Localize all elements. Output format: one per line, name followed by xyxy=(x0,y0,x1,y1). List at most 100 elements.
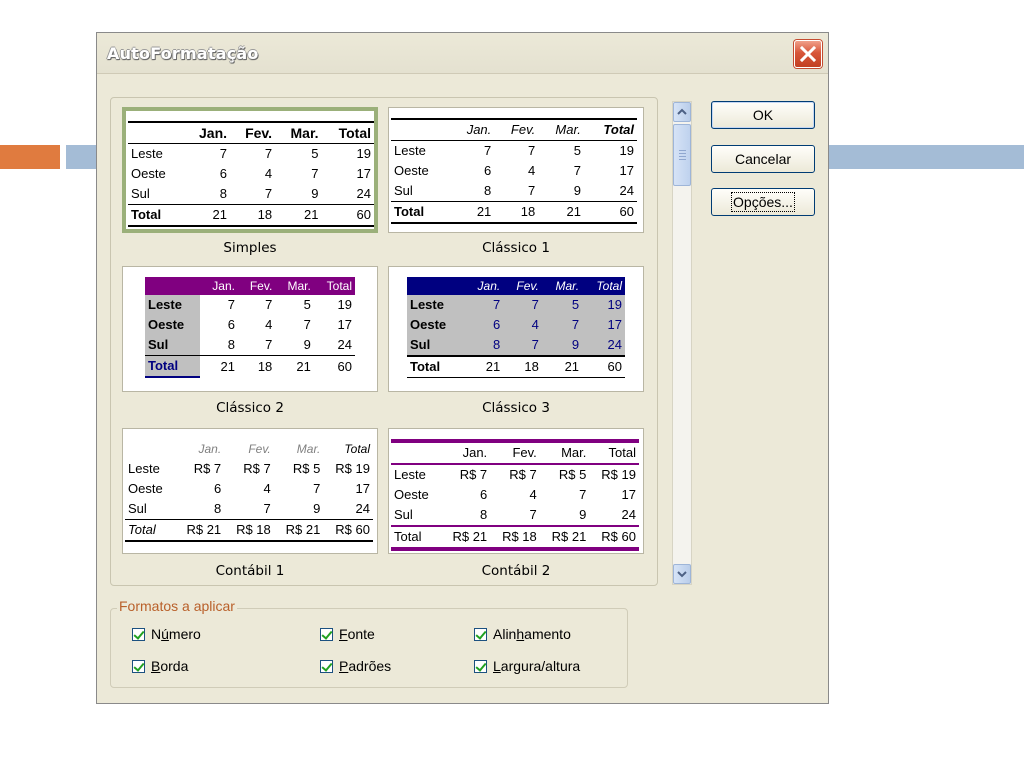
checkbox-checked-icon[interactable] xyxy=(132,659,145,673)
table-cell: R$ 7 xyxy=(193,461,222,476)
table-cell: 8 xyxy=(479,507,488,522)
table-cell: 4 xyxy=(264,166,273,181)
checkbox-checked-icon[interactable] xyxy=(474,659,487,673)
table-cell: R$ 60 xyxy=(323,519,373,542)
format-tile-contabil-1[interactable]: Jan. Fev. Mar. Total Leste R$ 7 R$ 7 R$ 5 R$ 19… xyxy=(122,428,378,554)
checkbox-fonte[interactable]: Fonte xyxy=(320,626,375,642)
column-header: Mar. xyxy=(538,119,584,141)
table-cell: Leste xyxy=(128,461,160,476)
column-header xyxy=(391,441,441,465)
table-cell: Oeste xyxy=(394,487,429,502)
scroll-down-button[interactable] xyxy=(673,564,691,584)
preview-table: Jan. Fev. Mar. Total Leste 7 7 5 19 Oeste 6 4 7 17 … xyxy=(407,277,625,378)
ok-button[interactable]: OK xyxy=(711,101,815,129)
preview-table: Jan. Fev. Mar. Total Leste R$ 7 R$ 7 R$ 5 R$ 19… xyxy=(391,439,639,551)
column-header: Total xyxy=(582,277,625,295)
table-cell: 17 xyxy=(356,166,371,181)
format-tile-classico-1[interactable]: Jan. Fev. Mar. Total Leste 7 7 5 19 Oeste 6 4 7 17 … xyxy=(388,107,644,233)
table-cell: 7 xyxy=(541,315,583,335)
table-row: Total 21 18 21 60 xyxy=(391,201,637,224)
table-cell: 6 xyxy=(227,317,235,332)
column-header xyxy=(128,122,184,144)
table-row: Sul 8 7 9 24 xyxy=(145,335,355,356)
table-cell: Leste xyxy=(394,143,426,158)
close-button[interactable] xyxy=(794,40,822,68)
table-cell: R$ 21 xyxy=(539,525,590,551)
table-row: Jan. Fev. Mar. Total xyxy=(128,122,374,144)
table-cell: 8 xyxy=(464,335,504,356)
checkbox-checked-icon[interactable] xyxy=(474,627,487,641)
dialog-title: AutoFormatação xyxy=(107,44,259,63)
table-row: Oeste 6 4 7 17 xyxy=(145,315,355,335)
column-header: Fev. xyxy=(503,277,542,295)
table-cell: 7 xyxy=(264,186,273,201)
table-cell: 7 xyxy=(303,317,311,332)
table-cell: 18 xyxy=(237,355,276,377)
title-bar[interactable]: AutoFormatação xyxy=(97,33,828,74)
table-cell: Sul xyxy=(145,335,201,356)
checkbox-checked-icon[interactable] xyxy=(320,659,333,673)
table-cell: 21 xyxy=(541,355,583,378)
table-row: Leste 7 7 5 19 xyxy=(407,295,625,315)
scroll-thumb[interactable] xyxy=(673,124,691,186)
table-cell: 9 xyxy=(303,337,311,352)
table-cell: 60 xyxy=(313,355,355,377)
gallery-scrollbar[interactable] xyxy=(672,101,692,585)
format-gallery: Jan. Fev. Mar. Total Leste 7 7 5 19 Oeste 6 4 7 17 … xyxy=(110,97,658,586)
column-header: Fev. xyxy=(230,122,276,144)
table-cell: Oeste xyxy=(131,166,166,181)
column-header: Mar. xyxy=(275,122,322,144)
table-cell: 60 xyxy=(321,204,374,227)
checkbox-checked-icon[interactable] xyxy=(320,627,333,641)
scroll-up-button[interactable] xyxy=(673,102,691,122)
checkbox-padroes[interactable]: Padrões xyxy=(320,658,391,674)
format-caption-classico-2: Clássico 2 xyxy=(216,400,284,416)
checkbox-largura-altura[interactable]: Largura/altura xyxy=(474,658,580,674)
table-cell: 17 xyxy=(621,487,636,502)
table-row: Oeste 6 4 7 17 xyxy=(391,485,639,505)
formats-group xyxy=(110,608,628,688)
options-button[interactable]: Opções... xyxy=(711,188,815,216)
access-key: ú xyxy=(161,626,169,642)
table-cell: Total xyxy=(128,204,184,227)
checkbox-alinhamento[interactable]: Alin h amento xyxy=(474,626,571,642)
table-row: Jan. Fev. Mar. Total xyxy=(391,119,637,141)
table-cell: 7 xyxy=(484,143,492,158)
access-key: P xyxy=(339,658,349,674)
table-row: Leste R$ 7 R$ 7 R$ 5 R$ 19 xyxy=(125,459,373,479)
format-tile-classico-3[interactable]: Jan. Fev. Mar. Total Leste 7 7 5 19 Oeste 6 4 7 17 … xyxy=(388,266,644,392)
table-row: Oeste 6 4 7 17 xyxy=(407,315,625,335)
format-tile-contabil-2[interactable]: Jan. Fev. Mar. Total Leste R$ 7 R$ 7 R$ 5 R$ 19… xyxy=(388,428,644,554)
table-cell: 19 xyxy=(337,297,352,312)
table-cell: 18 xyxy=(230,204,276,227)
table-cell: Leste xyxy=(394,467,426,482)
table-cell: 8 xyxy=(484,183,492,198)
table-cell: 8 xyxy=(213,501,222,516)
table-cell: R$ 19 xyxy=(601,467,636,482)
cancel-button[interactable]: Cancelar xyxy=(711,145,815,173)
checkbox-numero[interactable]: Nú mero xyxy=(132,626,201,642)
table-cell: 7 xyxy=(503,335,542,356)
table-cell: 7 xyxy=(219,146,228,161)
table-cell: R$ 7 xyxy=(459,467,488,482)
table-cell: 7 xyxy=(263,501,271,516)
table-cell: 21 xyxy=(464,355,504,378)
table-cell: 18 xyxy=(503,355,542,378)
checkbox-borda[interactable]: Borda xyxy=(132,658,188,674)
format-tile-simples[interactable]: Jan. Fev. Mar. Total Leste 7 7 5 19 Oeste 6 4 7 17 … xyxy=(122,107,378,233)
table-cell: R$ 60 xyxy=(589,525,639,551)
table-cell: 4 xyxy=(265,317,273,332)
table-cell: 7 xyxy=(503,295,542,315)
table-cell: Total xyxy=(125,519,175,542)
table-cell: Leste xyxy=(131,146,163,161)
table-cell: R$ 21 xyxy=(440,525,491,551)
ok-label: OK xyxy=(752,107,774,123)
table-cell: 7 xyxy=(579,487,587,502)
table-row: Jan. Fev. Mar. Total xyxy=(125,439,373,459)
checkbox-checked-icon[interactable] xyxy=(132,627,145,641)
checkbox-label: adrões xyxy=(348,658,392,674)
table-cell: 9 xyxy=(579,507,587,522)
formats-group-legend: Formatos a aplicar xyxy=(117,598,237,614)
format-tile-classico-2[interactable]: Jan. Fev. Mar. Total Leste 7 7 5 19 Oeste 6 4 7 17 … xyxy=(122,266,378,392)
table-row: Sul 8 7 9 24 xyxy=(128,184,374,205)
